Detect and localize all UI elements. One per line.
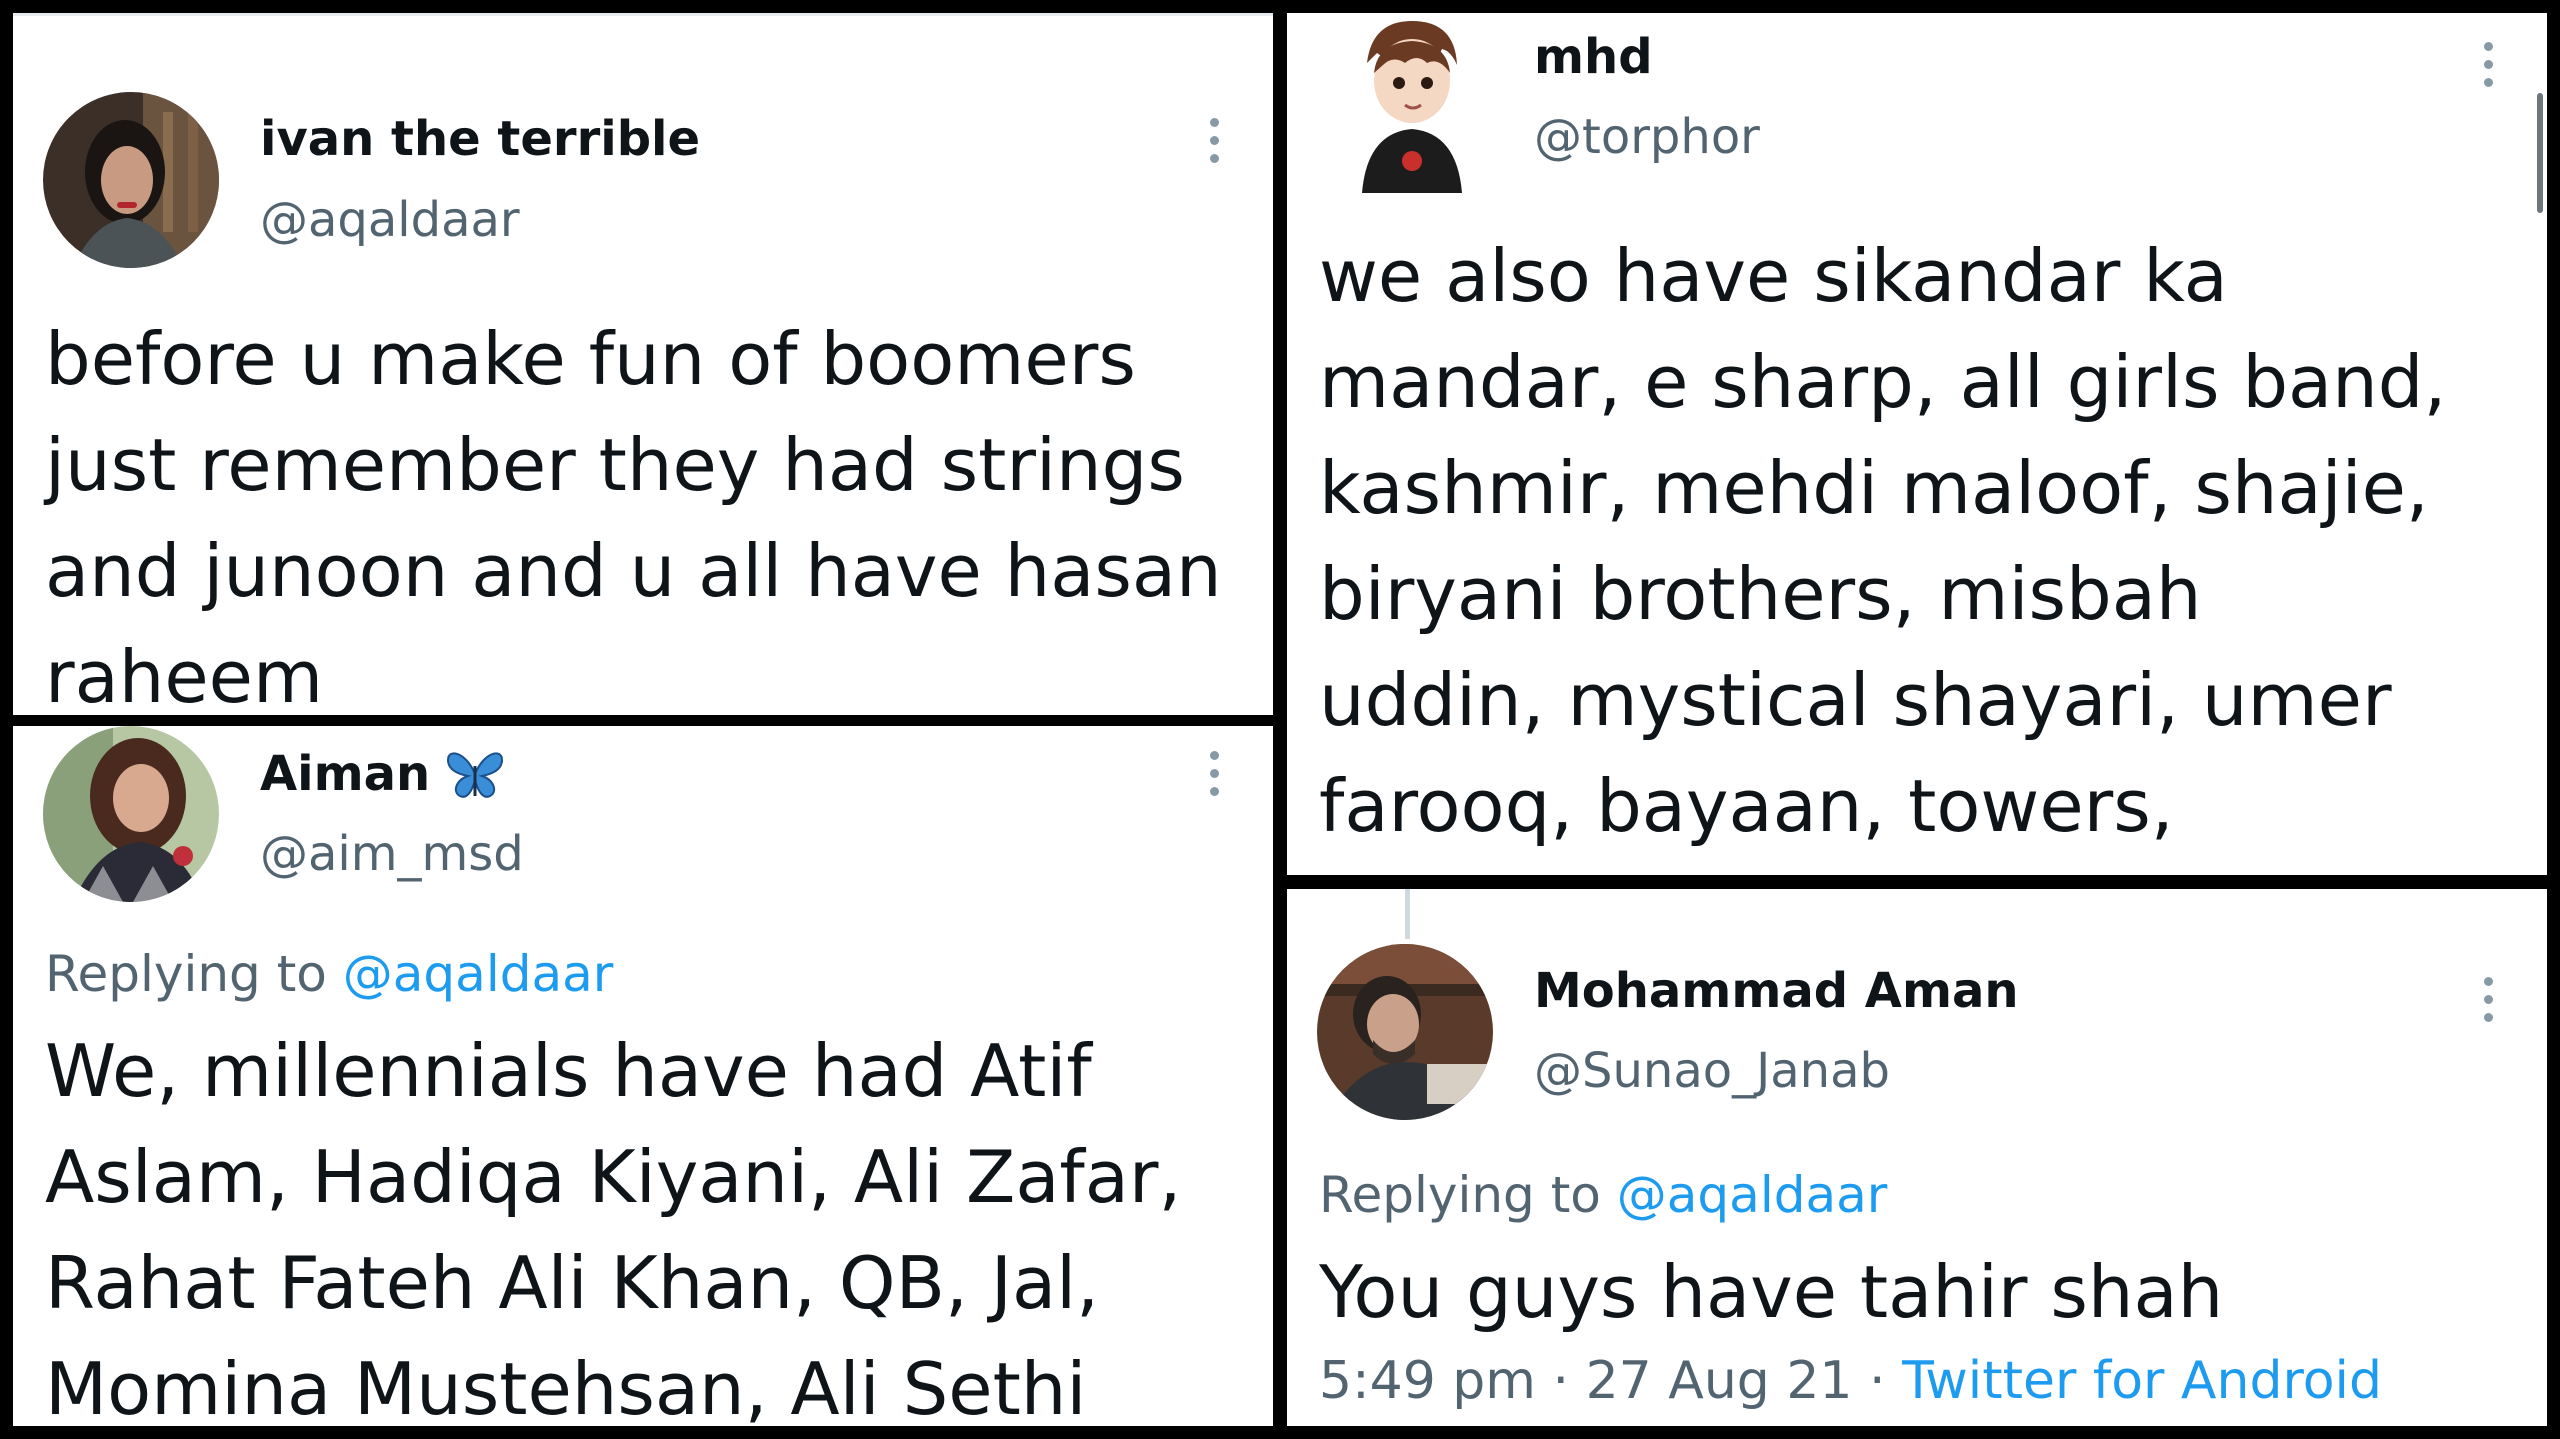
more-options-button[interactable] <box>1208 118 1220 163</box>
tweet-text: we also have sikandar ka mandar, e sharp… <box>1319 234 2447 848</box>
tweet-panel-mohammad-aman: Mohammad Aman @Sunao_Janab Replying to @… <box>1287 889 2547 1426</box>
user-handle[interactable]: @torphor <box>1534 109 1760 165</box>
avatar[interactable] <box>43 92 219 268</box>
scrollbar[interactable] <box>2537 93 2543 213</box>
user-handle[interactable]: @aim_msd <box>260 826 524 882</box>
display-name[interactable]: ivan the terrible <box>260 111 700 167</box>
replying-to: Replying to @aqaldaar <box>45 945 614 1003</box>
more-vertical-icon <box>1209 118 1219 127</box>
more-options-button[interactable] <box>2482 977 2494 1022</box>
more-vertical-icon <box>2483 42 2493 51</box>
tweet-text: before u make fun of boomers just rememb… <box>45 317 1222 715</box>
more-vertical-icon <box>2483 977 2493 986</box>
display-name[interactable]: Mohammad Aman <box>1534 963 2019 1019</box>
tweet-date[interactable]: 27 Aug 21 <box>1586 1351 1853 1411</box>
more-options-button[interactable] <box>2482 42 2494 87</box>
replying-to: Replying to @aqaldaar <box>1319 1166 1888 1224</box>
tweet-panel-aiman: Aiman @aim_msd Replying to @aqaldaar We,… <box>13 726 1273 1426</box>
avatar[interactable] <box>1347 13 1477 193</box>
avatar[interactable] <box>43 726 219 902</box>
reply-mention-link[interactable]: @aqaldaar <box>1617 1166 1887 1224</box>
tweet-source-link[interactable]: Twitter for Android <box>1902 1351 2382 1411</box>
tweet-panel-mhd: mhd @torphor we also have sikandar ka ma… <box>1287 13 2547 875</box>
user-handle[interactable]: @Sunao_Janab <box>1534 1043 1890 1099</box>
tweet-text: You guys have tahir shah <box>1319 1250 2224 1334</box>
more-vertical-icon <box>1209 751 1219 760</box>
tweet-text: We, millennials have had Atif Aslam, Had… <box>45 1029 1182 1426</box>
reply-mention-link[interactable]: @aqaldaar <box>343 945 613 1003</box>
butterfly-emoji-icon <box>444 746 506 802</box>
display-name[interactable]: mhd <box>1534 29 1653 85</box>
more-options-button[interactable] <box>1208 751 1220 796</box>
display-name[interactable]: Aiman <box>260 746 506 802</box>
tweet-time[interactable]: 5:49 pm <box>1319 1351 1536 1411</box>
avatar[interactable] <box>1317 944 1493 1120</box>
tweet-panel-ivan: ivan the terrible @aqaldaar before u mak… <box>13 13 1273 715</box>
user-handle[interactable]: @aqaldaar <box>260 192 520 248</box>
tweet-meta: 5:49 pm · 27 Aug 21 · Twitter for Androi… <box>1319 1351 2382 1411</box>
thread-connector <box>1405 889 1410 939</box>
